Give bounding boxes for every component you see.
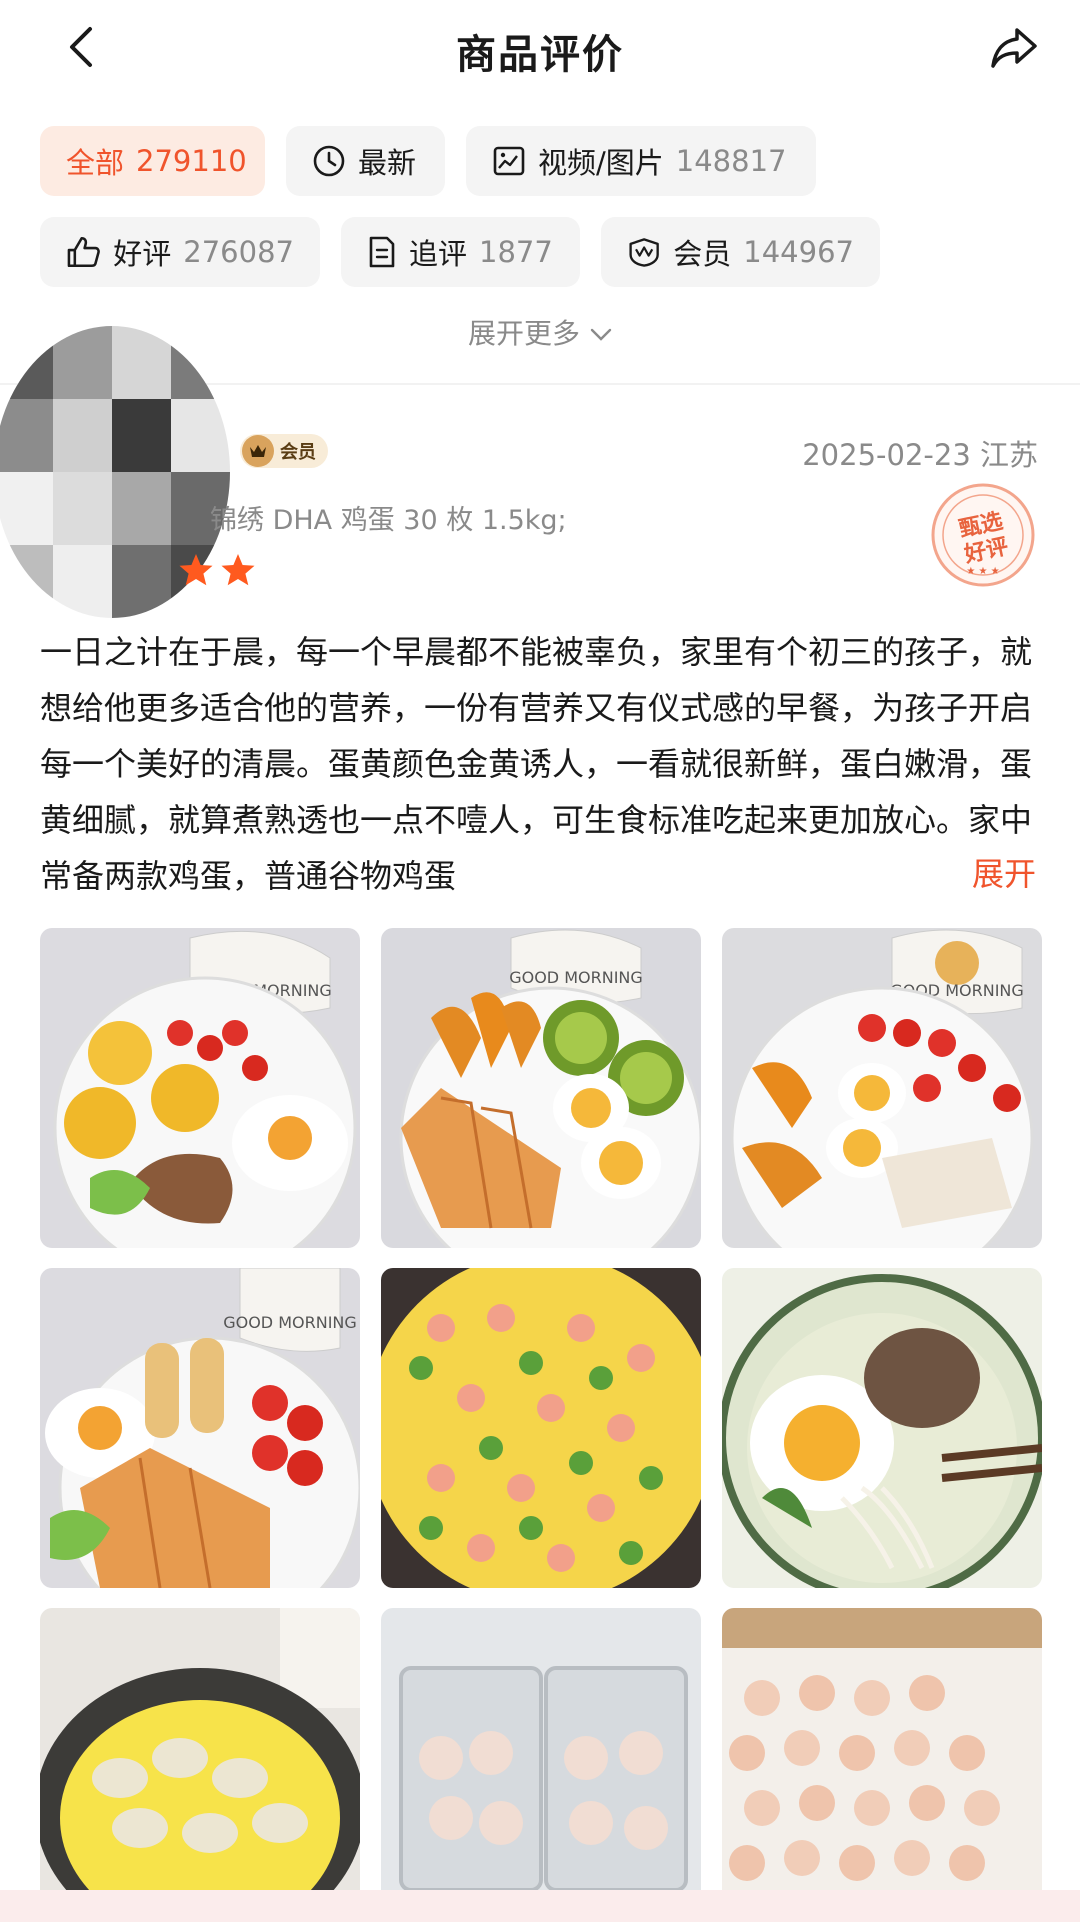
filter-all-chip[interactable]: 全部 279110 xyxy=(40,126,265,196)
review-photo[interactable] xyxy=(381,1268,701,1588)
rating-stars xyxy=(178,553,256,587)
bowl-text: GOOD MORNING xyxy=(223,1313,357,1332)
product-spec: 锦绣 DHA 鸡蛋 30 枚 1.5kg; xyxy=(210,505,567,536)
filter-positive-label: 好评 xyxy=(113,237,172,271)
filter-latest-chip[interactable]: 最新 xyxy=(286,126,445,196)
review-photo[interactable] xyxy=(722,1608,1042,1890)
filter-all-label: 全部 xyxy=(66,146,125,180)
filter-member-count: 144967 xyxy=(743,235,854,269)
filter-followup-count: 1877 xyxy=(479,235,553,269)
review-photo[interactable]: GOOD MORNING xyxy=(40,928,360,1248)
share-button[interactable] xyxy=(986,20,1042,76)
svg-text:★ ★ ★: ★ ★ ★ xyxy=(966,566,999,577)
filter-followup-label: 追评 xyxy=(409,237,468,271)
filter-media-label: 视频/图片 xyxy=(538,146,664,180)
filter-positive-chip[interactable]: 好评 276087 xyxy=(40,217,320,287)
expand-more-label: 展开更多 xyxy=(467,317,580,350)
chevron-down-icon xyxy=(590,328,612,341)
star-icon xyxy=(221,554,255,586)
thumbs-up-icon xyxy=(67,237,100,267)
review-date-location: 2025-02-23 江苏 xyxy=(802,438,1038,472)
filter-followup-chip[interactable]: 追评 1877 xyxy=(341,217,580,287)
share-icon xyxy=(991,28,1037,68)
filter-media-chip[interactable]: 视频/图片 148817 xyxy=(466,126,816,196)
bottom-bar xyxy=(0,1890,1080,1922)
review-photo[interactable]: GOOD MORNING xyxy=(40,1268,360,1588)
image-icon xyxy=(493,146,525,176)
header-bar: 商品评价 xyxy=(0,0,1080,96)
review-photo[interactable] xyxy=(40,1608,360,1890)
filter-positive-count: 276087 xyxy=(183,235,294,269)
review-photo[interactable]: GOOD MORNING xyxy=(722,928,1042,1248)
star-icon xyxy=(179,554,213,586)
clock-icon xyxy=(313,145,345,177)
filter-media-count: 148817 xyxy=(675,144,787,178)
review-photo[interactable] xyxy=(722,1268,1042,1588)
member-badge-label: 会员 xyxy=(280,442,316,463)
member-crown-icon xyxy=(629,238,659,267)
filter-member-label: 会员 xyxy=(673,237,732,271)
selected-praise-stamp: 甄选 好评 ★ ★ ★ xyxy=(931,483,1035,587)
filter-member-chip[interactable]: 会员 144967 xyxy=(601,217,880,287)
document-icon xyxy=(369,236,395,268)
page-title: 商品评价 xyxy=(456,32,624,78)
review-photo[interactable]: GOOD MORNING xyxy=(381,928,701,1248)
bowl-text: GOOD MORNING xyxy=(509,968,643,987)
member-badge: 会员 xyxy=(240,434,328,468)
review-text: 一日之计在于晨，每一个早晨都不能被辜负，家里有个初三的孩子，就想给他更多适合他的… xyxy=(40,633,1033,895)
crown-icon xyxy=(242,435,274,467)
filter-all-count: 279110 xyxy=(136,144,247,178)
expand-review-link[interactable]: 展开 xyxy=(911,846,1036,902)
review-photo[interactable] xyxy=(381,1608,701,1890)
filter-latest-label: 最新 xyxy=(358,146,417,180)
